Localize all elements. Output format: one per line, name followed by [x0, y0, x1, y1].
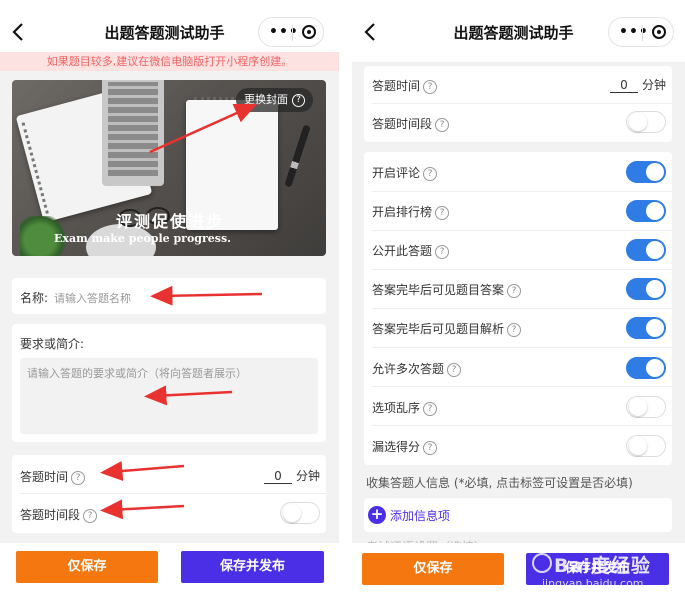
help-icon[interactable]: ? — [423, 167, 438, 181]
toggle-label: 公开此答题? — [372, 242, 450, 260]
mini-program-capsule: ••• — [258, 17, 324, 47]
save-button[interactable]: 仅保存 — [16, 551, 158, 583]
right-phone-screen: 出题答题测试助手 ••• 答题时间? 0 分钟 答题时间段? 开启评论? 开启排行榜… — [352, 0, 685, 609]
watermark-brand: Bai度经验 — [554, 555, 651, 577]
help-icon[interactable]: ? — [423, 80, 438, 94]
cover-slogan: 评测促使进步 — [116, 212, 225, 231]
help-icon[interactable]: ? — [507, 284, 522, 299]
setting-label: 答题时间段? — [372, 115, 450, 132]
option-toggle[interactable] — [626, 434, 666, 457]
divider — [372, 425, 672, 427]
minutes-input[interactable]: 0 分钟 — [263, 467, 320, 484]
notice-banner: 如果题目较多,建议在微信电脑版打开小程序创建。 — [0, 52, 339, 71]
option-toggle[interactable] — [626, 278, 666, 301]
watermark: Bai度经验 jingyan.baidu.com — [526, 545, 676, 597]
collect-info-note: 收集答题人信息 (*必填, 点击标签可设置是否必填) — [366, 476, 633, 490]
time-period-toggle[interactable] — [626, 111, 666, 133]
option-toggle[interactable] — [626, 161, 666, 183]
page-title: 出题答题测试助手 — [104, 24, 225, 42]
cover-slogan-english: Exam make people progress. — [54, 232, 232, 245]
help-icon[interactable]: ? — [435, 118, 450, 132]
toggle-label: 答案完毕后可见题目解析? — [372, 320, 522, 338]
minutes-input[interactable]: 0 分钟 — [609, 76, 666, 93]
save-publish-button[interactable]: 保存并发布 — [181, 551, 324, 583]
target-icon[interactable] — [302, 25, 316, 39]
footer-bar: 仅保存 保存并发布 — [0, 543, 339, 609]
help-icon[interactable]: ? — [507, 323, 522, 338]
option-toggle[interactable] — [626, 239, 666, 262]
option-toggle[interactable] — [626, 200, 666, 223]
change-cover-label: 更换封面 — [244, 93, 288, 106]
option-toggle[interactable] — [626, 317, 666, 340]
watermark-url: jingyan.baidu.com — [542, 577, 644, 590]
option-toggle[interactable] — [626, 356, 666, 379]
left-phone-screen: 出题答题测试助手 ••• 如果题目较多,建议在微信电脑版打开小程序创建。 评测促… — [0, 0, 339, 609]
intro-label: 要求或简介: — [20, 337, 85, 351]
divider — [20, 493, 326, 494]
help-icon[interactable]: ? — [83, 509, 98, 523]
time-settings-card: 答题时间? 0 分钟 答题时间段? — [12, 455, 326, 533]
plus-icon[interactable]: + — [368, 506, 386, 524]
intro-field-card: 要求或简介: 请输入答题的要求或简介（将向答题者展示） — [12, 324, 326, 442]
cover-image: 评测促使进步 Exam make people progress. 更换封面? — [12, 80, 326, 256]
help-icon[interactable]: ? — [435, 206, 450, 221]
target-icon[interactable] — [652, 25, 666, 39]
nav-bar: 出题答题测试助手 ••• — [352, 0, 685, 62]
add-info-row[interactable]: + 添加信息项 — [364, 498, 672, 532]
help-icon[interactable]: ? — [423, 401, 438, 416]
divider — [372, 386, 672, 388]
add-info-label: 添加信息项 — [390, 509, 451, 523]
setting-label: 答题时间? — [20, 468, 86, 485]
name-input[interactable]: 请输入答题名称 — [54, 290, 131, 306]
setting-label: 答题时间段? — [20, 506, 98, 523]
help-icon[interactable]: ? — [71, 471, 86, 485]
option-toggle[interactable] — [626, 395, 666, 418]
toggle-label: 允许多次答题? — [372, 360, 462, 377]
help-icon[interactable]: ? — [292, 94, 305, 107]
pen-illustration — [284, 124, 311, 188]
divider — [372, 229, 672, 231]
save-button[interactable]: 仅保存 — [362, 553, 504, 585]
toggle-label: 选项乱序? — [372, 399, 438, 416]
help-icon[interactable]: ? — [435, 245, 450, 260]
options-card: 开启评论? 开启排行榜? 公开此答题? 答案完毕后可见题目答案? 答案完毕后可见题目解析… — [364, 152, 672, 465]
time-settings-card: 答题时间? 0 分钟 答题时间段? — [364, 66, 672, 142]
more-dots-icon[interactable]: ••• — [619, 25, 649, 39]
toggle-label: 答案完毕后可见题目答案? — [372, 281, 522, 299]
change-cover-button[interactable]: 更换封面? — [236, 88, 313, 112]
divider — [372, 307, 672, 309]
toggle-label: 开启评论? — [372, 164, 438, 181]
toggle-label: 开启排行榜? — [372, 203, 450, 221]
divider — [372, 347, 672, 348]
toggle-label: 漏选得分? — [372, 438, 438, 455]
chevron-left-icon[interactable] — [360, 20, 382, 44]
name-field-card: 名称: 请输入答题名称 — [12, 278, 326, 314]
help-icon[interactable]: ? — [423, 440, 438, 455]
time-period-toggle[interactable] — [280, 502, 320, 524]
capsule-divider — [642, 25, 643, 41]
chevron-left-icon[interactable] — [8, 20, 30, 44]
laptop-illustration — [102, 80, 164, 186]
divider — [372, 103, 672, 104]
page-title: 出题答题测试助手 — [453, 24, 574, 42]
divider — [372, 190, 672, 192]
mini-program-capsule: ••• — [608, 17, 674, 47]
paw-logo-icon — [532, 553, 552, 573]
name-label: 名称: — [20, 291, 49, 305]
help-icon[interactable]: ? — [447, 362, 462, 377]
more-dots-icon[interactable]: ••• — [269, 25, 299, 39]
divider — [372, 268, 672, 270]
setting-label: 答题时间? — [372, 77, 438, 94]
capsule-divider — [292, 25, 293, 41]
intro-textarea[interactable]: 请输入答题的要求或简介（将向答题者展示） — [20, 358, 318, 434]
